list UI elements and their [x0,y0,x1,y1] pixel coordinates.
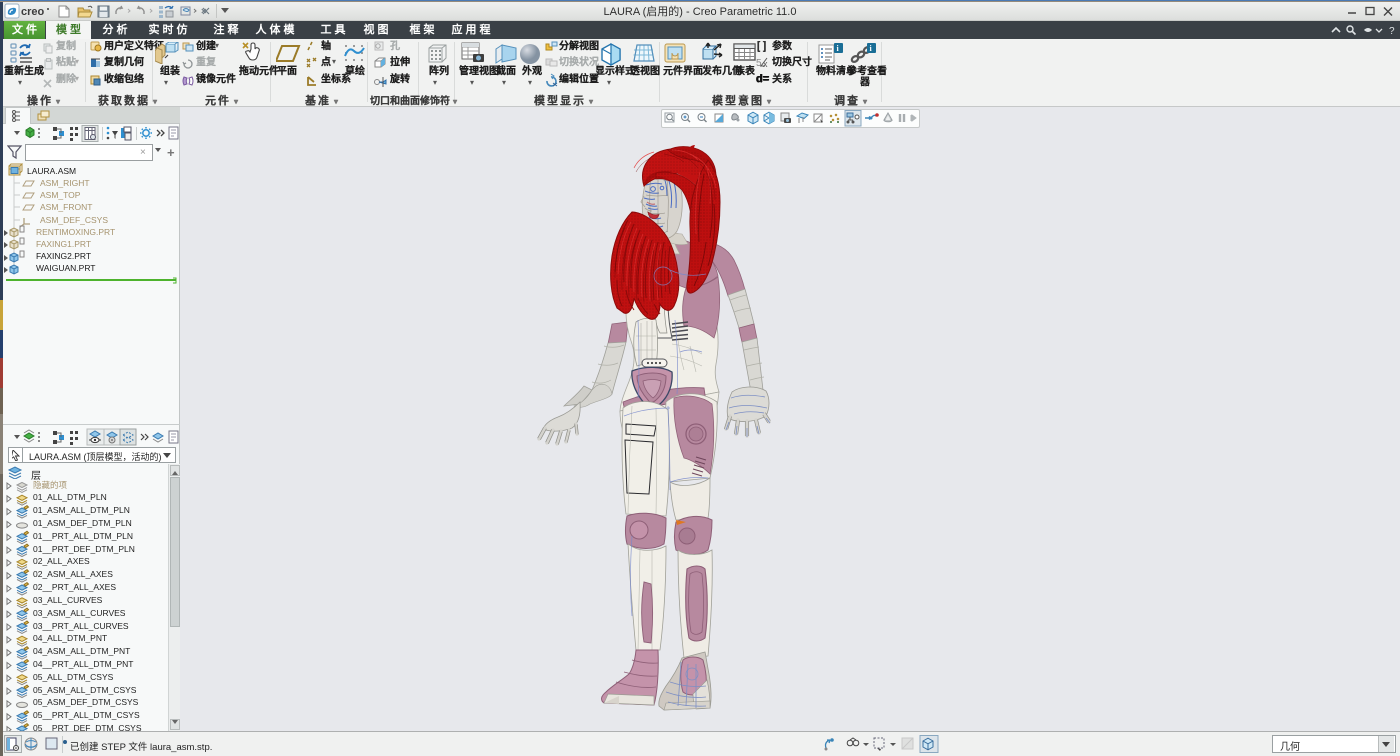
svg-text:creo: creo [21,6,45,18]
svg-text:?: ? [1389,26,1395,37]
svg-text:5: 5 [756,58,762,69]
svg-text:x: x [763,59,768,69]
